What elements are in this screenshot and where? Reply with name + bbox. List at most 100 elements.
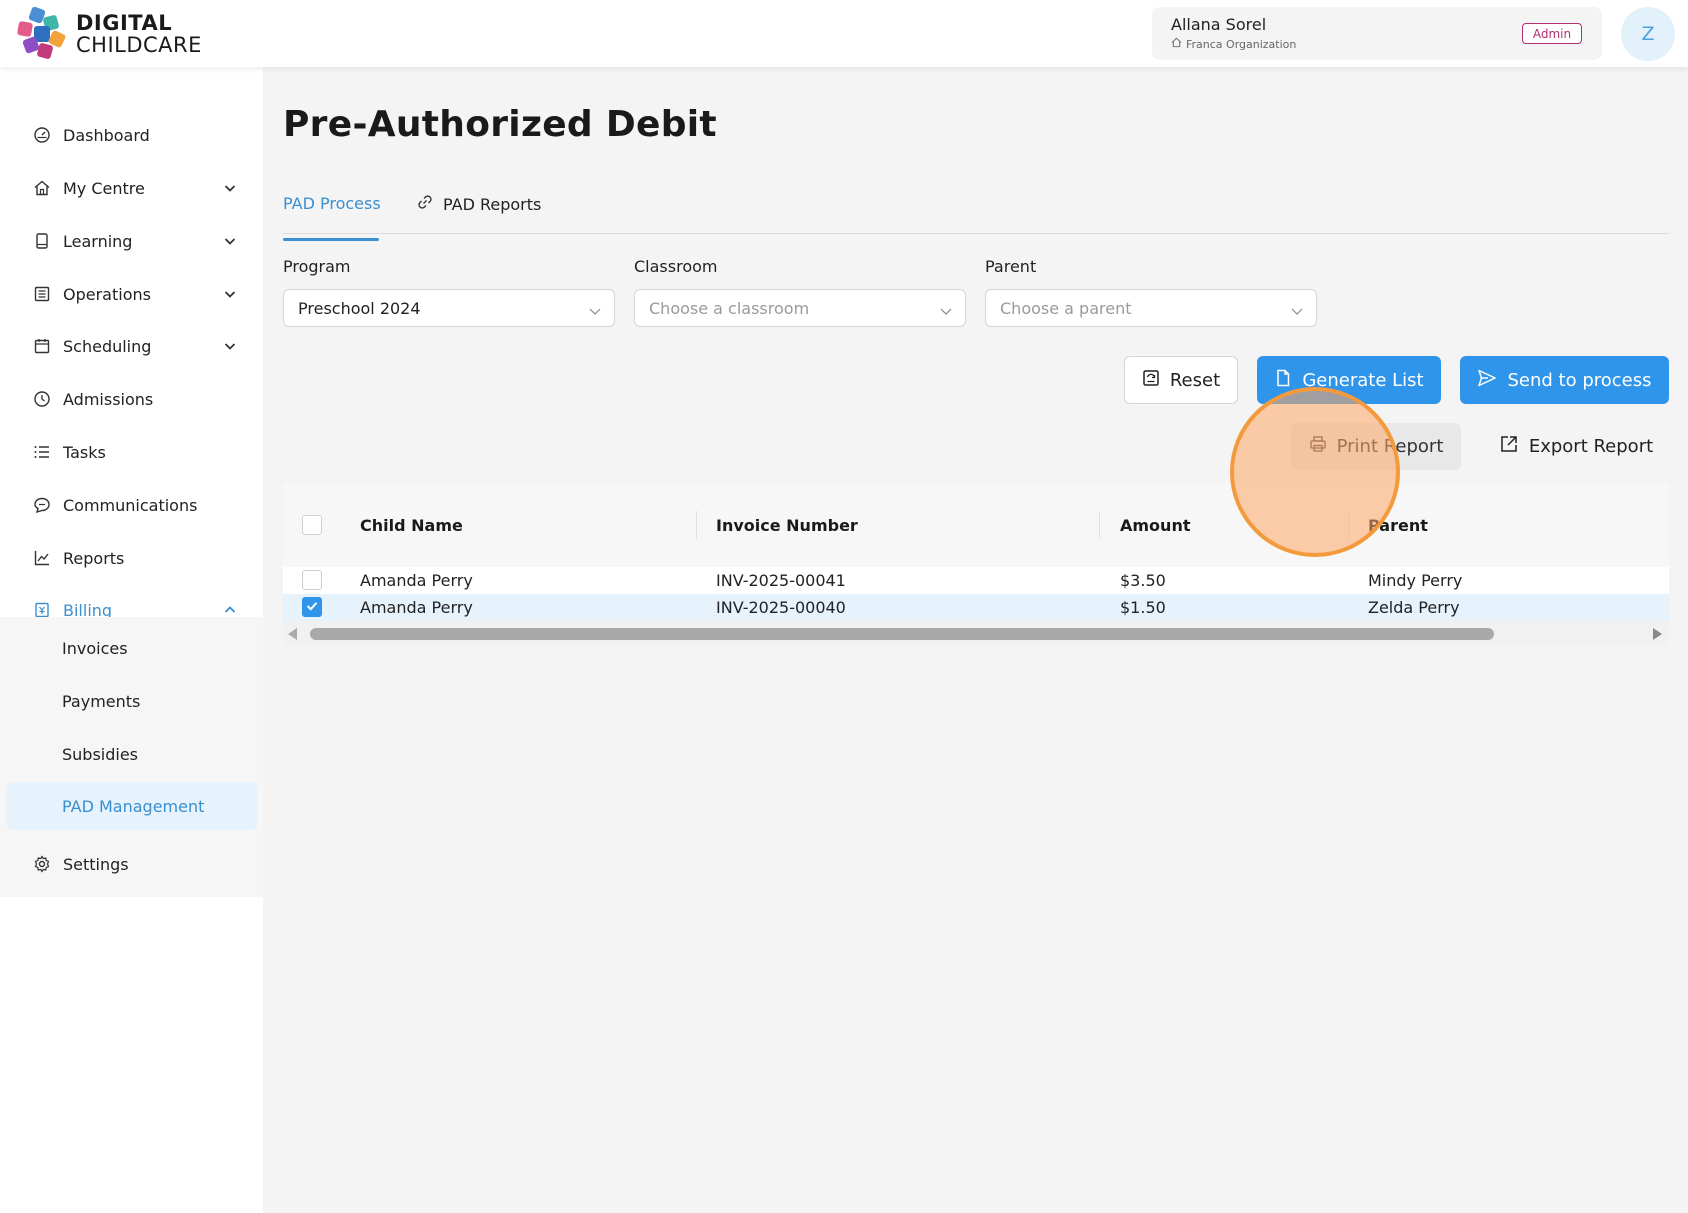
home-icon [1171,37,1182,51]
parent-label: Parent [985,257,1037,276]
generate-list-button[interactable]: Generate List [1257,356,1441,404]
sidebar-item-label: Operations [63,284,151,304]
print-report-button[interactable]: Print Report [1291,423,1461,470]
gear-icon [33,855,51,873]
table-header: Child Name Invoice Number Amount Parent [283,484,1669,567]
tab-pad-reports[interactable]: PAD Reports [417,194,541,214]
sidebar-item-label: Reports [63,548,125,568]
column-divider[interactable] [1348,511,1349,539]
classroom-placeholder: Choose a classroom [649,298,810,318]
parent-placeholder: Choose a parent [1000,298,1132,318]
chevron-down-icon [588,302,602,316]
calendar-icon [33,337,51,355]
link-icon [417,194,433,214]
tasks-icon [33,443,51,461]
scroll-right-arrow-icon[interactable] [1653,628,1662,640]
sidebar-subitem-payments[interactable]: Payments [0,679,263,723]
row-checkbox[interactable] [302,570,322,590]
sidebar-item-my-centre[interactable]: My Centre [0,168,263,208]
column-divider[interactable] [696,511,697,539]
app-header: DIGITAL CHILDCARE Allana Sorel Franca Or… [0,0,1688,67]
program-value: Preschool 2024 [298,298,421,318]
chevron-up-icon [222,602,238,618]
column-header-invoice-number[interactable]: Invoice Number [716,516,858,535]
sidebar-item-settings[interactable]: Settings [0,844,263,884]
table-row[interactable]: Amanda Perry INV-2025-00041 $3.50 Mindy … [283,567,1669,594]
user-card[interactable]: Allana Sorel Franca Organization Admin [1152,7,1602,60]
column-header-amount[interactable]: Amount [1120,516,1190,535]
brand-line2: CHILDCARE [76,33,202,57]
puzzle-logo-icon [14,6,70,62]
pad-table: Child Name Invoice Number Amount Parent … [283,484,1669,646]
table-row[interactable]: Amanda Perry INV-2025-00040 $1.50 Zelda … [283,594,1669,621]
sidebar-item-dashboard[interactable]: Dashboard [0,115,263,155]
sidebar-item-label: Tasks [63,442,106,462]
cell-parent: Mindy Perry [1368,571,1463,590]
page-title: Pre-Authorized Debit [283,104,717,145]
sidebar-item-label: Admissions [63,389,154,409]
cell-parent: Zelda Perry [1368,598,1460,617]
chevron-down-icon [222,338,238,354]
print-report-label: Print Report [1336,436,1444,457]
brand-logo[interactable]: DIGITAL CHILDCARE [14,6,214,62]
column-divider[interactable] [1099,511,1100,539]
select-all-checkbox[interactable] [302,515,322,535]
sidebar-item-label: Scheduling [63,336,152,356]
active-tab-indicator [283,238,379,241]
book-icon [33,232,51,250]
horizontal-scrollbar[interactable] [283,621,1669,646]
list-icon [33,285,51,303]
send-icon [1477,368,1497,393]
row-checkbox[interactable] [302,597,322,617]
generate-list-label: Generate List [1302,369,1424,391]
send-to-process-button[interactable]: Send to process [1460,356,1669,404]
avatar[interactable]: Z [1621,7,1675,61]
brand-line1: DIGITAL [76,11,173,35]
sidebar-subitem-pad-management[interactable]: PAD Management [6,782,258,830]
parent-select[interactable]: Choose a parent [985,289,1317,327]
sidebar-item-operations[interactable]: Operations [0,274,263,314]
cell-child-name: Amanda Perry [360,598,473,617]
cell-child-name: Amanda Perry [360,571,473,590]
tab-label: PAD Reports [443,194,542,214]
reset-button[interactable]: Reset [1124,356,1238,404]
classroom-select[interactable]: Choose a classroom [634,289,966,327]
printer-icon [1309,435,1327,458]
document-icon [1274,369,1292,392]
sidebar-item-communications[interactable]: Communications [0,485,263,525]
scrollbar-thumb[interactable] [310,628,1494,640]
chevron-down-icon [1290,302,1304,316]
sidebar-item-reports[interactable]: Reports [0,538,263,578]
sidebar-subitem-subsidies[interactable]: Subsidies [0,732,263,776]
tab-bar: PAD Process PAD Reports [283,186,1669,241]
sidebar-item-label: Learning [63,231,133,251]
chart-icon [33,549,51,567]
sidebar-item-admissions[interactable]: Admissions [0,379,263,419]
column-header-child-name[interactable]: Child Name [360,516,463,535]
cell-invoice-number: INV-2025-00040 [716,598,846,617]
cell-amount: $1.50 [1120,598,1166,617]
user-org-label: Franca Organization [1186,37,1297,51]
sidebar-item-scheduling[interactable]: Scheduling [0,326,263,366]
sidebar-item-tasks[interactable]: Tasks [0,432,263,472]
classroom-label: Classroom [634,257,718,276]
column-header-parent[interactable]: Parent [1368,516,1428,535]
role-badge: Admin [1522,23,1582,44]
sidebar-item-learning[interactable]: Learning [0,221,263,261]
user-org: Franca Organization [1171,37,1296,51]
program-select[interactable]: Preschool 2024 [283,289,615,327]
sidebar: Dashboard My Centre Learning Operations … [0,67,263,1213]
user-name: Allana Sorel [1171,15,1267,34]
clock-icon [33,390,51,408]
export-report-button[interactable]: Export Report [1483,423,1669,470]
sidebar-item-label: Dashboard [63,125,150,145]
tab-pad-process[interactable]: PAD Process [283,194,381,241]
scroll-left-arrow-icon[interactable] [288,628,297,640]
sidebar-subitem-invoices[interactable]: Invoices [0,626,263,670]
tab-label: PAD Process [283,194,381,213]
send-to-process-label: Send to process [1507,369,1652,391]
chevron-down-icon [222,180,238,196]
cell-invoice-number: INV-2025-00041 [716,571,846,590]
sidebar-item-label: Settings [63,854,129,874]
chevron-down-icon [939,302,953,316]
